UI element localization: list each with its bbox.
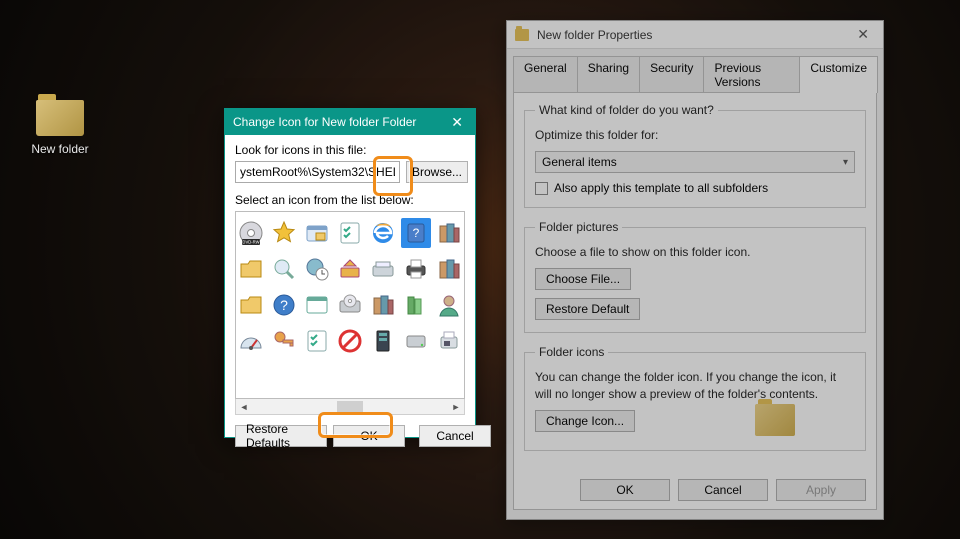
properties-ok-button[interactable]: OK: [580, 479, 670, 501]
folder-icon: [515, 29, 529, 41]
tab-security[interactable]: Security: [639, 56, 704, 93]
scroll-left-button[interactable]: ◄: [236, 400, 252, 414]
group-folder-pictures-legend: Folder pictures: [535, 220, 622, 234]
folder-icon[interactable]: [236, 254, 266, 284]
close-icon[interactable]: ✕: [851, 26, 875, 43]
key-icon[interactable]: [269, 326, 299, 356]
close-icon[interactable]: ✕: [447, 114, 467, 131]
folder-icon[interactable]: [236, 290, 266, 320]
group-folder-pictures: Folder pictures Choose a file to show on…: [524, 220, 866, 333]
books-green-icon[interactable]: [401, 290, 431, 320]
optimize-select-value: General items: [542, 155, 617, 169]
server-icon[interactable]: [368, 326, 398, 356]
scanner-icon[interactable]: [368, 254, 398, 284]
icon-file-path-input[interactable]: [235, 161, 400, 183]
properties-window: New folder Properties ✕ General Sharing …: [506, 20, 884, 520]
apply-subfolders-checkbox[interactable]: [535, 182, 548, 195]
globe-clock-icon[interactable]: [302, 254, 332, 284]
properties-apply-button[interactable]: Apply: [776, 479, 866, 501]
apply-subfolders-label: Also apply this template to all subfolde…: [554, 181, 768, 195]
tab-general[interactable]: General: [513, 56, 578, 93]
look-for-icons-label: Look for icons in this file:: [235, 143, 465, 157]
restore-defaults-button[interactable]: Restore Defaults: [235, 425, 327, 447]
icon-list[interactable]: DVD-RW??: [235, 211, 465, 399]
choose-file-button[interactable]: Choose File...: [535, 268, 631, 290]
svg-text:DVD-RW: DVD-RW: [242, 240, 259, 245]
group-folder-kind: What kind of folder do you want? Optimiz…: [524, 103, 866, 208]
svg-text:?: ?: [413, 226, 420, 240]
folder-icon-preview: [755, 404, 795, 436]
change-icon-cancel-button[interactable]: Cancel: [419, 425, 491, 447]
change-icon-titlebar[interactable]: Change Icon for New folder Folder ✕: [225, 109, 475, 135]
checklist-icon[interactable]: [335, 218, 365, 248]
checklist-icon[interactable]: [302, 326, 332, 356]
change-icon-title: Change Icon for New folder Folder: [233, 115, 447, 129]
change-icon-dialog: Change Icon for New folder Folder ✕ Look…: [224, 108, 476, 438]
browse-button[interactable]: Browse...: [406, 161, 468, 183]
folder-pictures-desc: Choose a file to show on this folder ico…: [535, 244, 855, 260]
svg-text:?: ?: [280, 297, 288, 313]
restore-default-picture-button[interactable]: Restore Default: [535, 298, 640, 320]
printer-icon[interactable]: [401, 254, 431, 284]
magnifier-icon[interactable]: [269, 254, 299, 284]
cd-drive-icon[interactable]: [335, 290, 365, 320]
properties-cancel-button[interactable]: Cancel: [678, 479, 768, 501]
folder-icons-desc: You can change the folder icon. If you c…: [535, 369, 855, 401]
no-entry-icon[interactable]: [335, 326, 365, 356]
help-round-icon[interactable]: ?: [269, 290, 299, 320]
chevron-down-icon: ▾: [843, 157, 848, 168]
select-icon-label: Select an icon from the list below:: [235, 193, 465, 207]
tab-sharing[interactable]: Sharing: [577, 56, 640, 93]
desktop-folder[interactable]: New folder: [20, 100, 100, 156]
tab-customize[interactable]: Customize: [799, 56, 878, 93]
window-app-icon[interactable]: [302, 290, 332, 320]
help-book-icon[interactable]: ?: [401, 218, 431, 248]
tab-previous-versions[interactable]: Previous Versions: [703, 56, 800, 93]
user-icon[interactable]: [434, 290, 464, 320]
books-stack-icon[interactable]: [368, 290, 398, 320]
icon-list-scrollbar[interactable]: ◄ ►: [235, 399, 465, 415]
group-folder-kind-legend: What kind of folder do you want?: [535, 103, 718, 117]
scroll-right-button[interactable]: ►: [448, 400, 464, 414]
folder-window-icon[interactable]: [302, 218, 332, 248]
hard-drive-icon[interactable]: [401, 326, 431, 356]
eject-drive-icon[interactable]: [335, 254, 365, 284]
properties-tabs: General Sharing Security Previous Versio…: [507, 49, 883, 92]
scroll-track[interactable]: [252, 400, 448, 414]
optimize-label: Optimize this folder for:: [535, 127, 855, 143]
group-folder-icons-legend: Folder icons: [535, 345, 608, 359]
properties-title: New folder Properties: [537, 28, 851, 42]
fax-icon[interactable]: [434, 326, 464, 356]
scroll-thumb[interactable]: [337, 401, 363, 413]
tab-body-customize: What kind of folder do you want? Optimiz…: [513, 92, 877, 510]
optimize-select[interactable]: General items ▾: [535, 151, 855, 173]
books-stack-icon[interactable]: [434, 218, 464, 248]
dvd-rw-disc-icon[interactable]: DVD-RW: [236, 218, 266, 248]
star-favorite-icon[interactable]: [269, 218, 299, 248]
properties-titlebar[interactable]: New folder Properties ✕: [507, 21, 883, 49]
meter-icon[interactable]: [236, 326, 266, 356]
ie-logo-icon[interactable]: [368, 218, 398, 248]
folder-icon: [36, 100, 84, 136]
group-folder-icons: Folder icons You can change the folder i…: [524, 345, 866, 450]
desktop-folder-label: New folder: [20, 142, 100, 156]
change-icon-ok-button[interactable]: OK: [333, 425, 405, 447]
change-icon-button[interactable]: Change Icon...: [535, 410, 635, 432]
books-stack-icon[interactable]: [434, 254, 464, 284]
